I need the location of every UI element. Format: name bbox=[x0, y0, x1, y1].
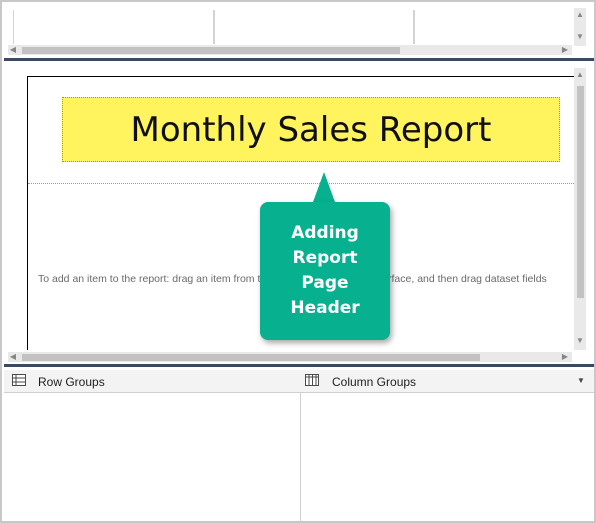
scroll-right-arrow-icon[interactable]: ▶ bbox=[560, 45, 570, 55]
scroll-left-arrow-icon[interactable]: ◀ bbox=[8, 45, 18, 55]
scrollbar-thumb[interactable] bbox=[22, 354, 480, 361]
callout-line: Report bbox=[292, 248, 358, 268]
top-horizontal-scrollbar[interactable]: ◀ ▶ bbox=[8, 45, 572, 55]
column-groups-label[interactable]: Column Groups bbox=[332, 375, 416, 389]
page-header-boundary[interactable] bbox=[28, 183, 578, 184]
callout-pointer bbox=[313, 172, 335, 202]
callout-text: Adding Report Page Header bbox=[270, 221, 380, 321]
grouping-splitter[interactable] bbox=[300, 393, 301, 521]
top-vertical-scrollbar[interactable]: ▲ ▼ bbox=[574, 8, 586, 46]
grouping-pane-body bbox=[4, 393, 594, 521]
scrollbar-thumb[interactable] bbox=[22, 47, 400, 54]
scrollbar-thumb[interactable] bbox=[577, 86, 584, 298]
design-horizontal-scrollbar[interactable]: ◀ ▶ bbox=[8, 352, 572, 362]
column-groups-icon bbox=[305, 374, 319, 386]
design-vertical-scrollbar[interactable]: ▲ ▼ bbox=[574, 68, 586, 350]
row-groups-icon bbox=[12, 374, 26, 386]
scroll-down-arrow-icon[interactable]: ▼ bbox=[575, 32, 585, 42]
callout-line: Page bbox=[301, 273, 349, 293]
scroll-up-arrow-icon[interactable]: ▲ bbox=[575, 10, 585, 20]
window-frame: ▲ ▼ ◀ ▶ Monthly Sales Report To add an i… bbox=[0, 0, 596, 523]
scroll-up-arrow-icon[interactable]: ▲ bbox=[575, 70, 585, 80]
callout-annotation: Adding Report Page Header bbox=[260, 202, 390, 340]
callout-line: Header bbox=[290, 298, 360, 318]
scroll-right-arrow-icon[interactable]: ▶ bbox=[560, 352, 570, 362]
report-title-textbox[interactable]: Monthly Sales Report bbox=[62, 97, 560, 162]
grouping-pane-header: Row Groups Column Groups ▼ bbox=[4, 370, 594, 393]
pane-divider[interactable] bbox=[4, 364, 594, 367]
pane-divider[interactable] bbox=[4, 58, 594, 61]
chevron-down-icon[interactable]: ▼ bbox=[576, 376, 586, 386]
scroll-left-arrow-icon[interactable]: ◀ bbox=[8, 352, 18, 362]
row-groups-label[interactable]: Row Groups bbox=[38, 375, 105, 389]
tablix-strip bbox=[10, 10, 572, 44]
callout-line: Adding bbox=[291, 223, 359, 243]
tablix-cell[interactable] bbox=[413, 10, 573, 44]
scroll-down-arrow-icon[interactable]: ▼ bbox=[575, 336, 585, 346]
report-title: Monthly Sales Report bbox=[130, 109, 492, 150]
tablix-cell[interactable] bbox=[13, 10, 215, 44]
tablix-cell[interactable] bbox=[213, 10, 415, 44]
